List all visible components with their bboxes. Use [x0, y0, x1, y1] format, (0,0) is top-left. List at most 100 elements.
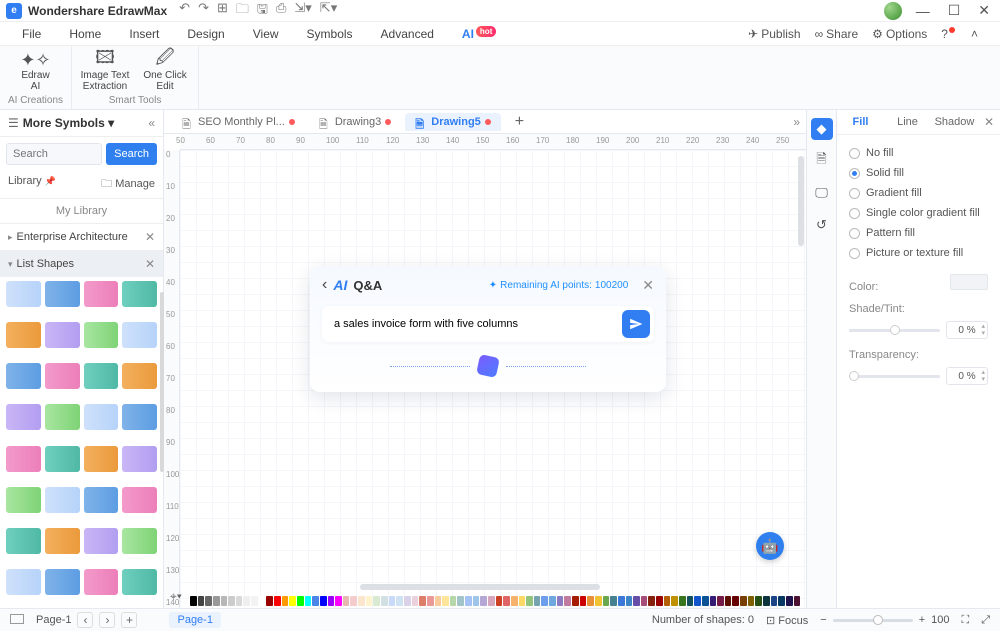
back-icon[interactable]: ‹ [322, 276, 327, 294]
shape-thumbnail[interactable] [84, 363, 119, 389]
help-button[interactable]: ? [941, 27, 957, 41]
zoom-in-button[interactable]: + [919, 614, 925, 626]
library-label[interactable]: Library [8, 175, 56, 194]
color-swatch[interactable] [503, 596, 510, 606]
prop-tab-shadow[interactable]: Shadow [931, 110, 978, 134]
color-swatch[interactable] [251, 596, 258, 606]
color-swatch[interactable] [259, 596, 266, 606]
zoom-out-button[interactable]: − [820, 614, 826, 626]
color-swatch[interactable] [732, 596, 739, 606]
color-swatch[interactable] [740, 596, 747, 606]
color-swatch[interactable] [236, 596, 243, 606]
color-swatch[interactable] [213, 596, 220, 606]
shape-thumbnail[interactable] [6, 569, 41, 595]
color-swatch[interactable] [519, 596, 526, 606]
tab-drawing3[interactable]: 🗎Drawing3 [309, 113, 401, 131]
rail-history-icon[interactable]: ↺ [811, 214, 833, 236]
fullscreen-button[interactable]: ⤢ [981, 614, 990, 627]
menu-insert[interactable]: Insert [129, 27, 159, 41]
shape-thumbnail[interactable] [45, 446, 80, 472]
transparency-value[interactable]: 0 %▴▾ [946, 367, 988, 385]
color-swatch[interactable] [572, 596, 579, 606]
add-tab-button[interactable]: + [505, 110, 534, 134]
color-swatch[interactable] [702, 596, 709, 606]
new-icon[interactable]: ⊞ [217, 0, 228, 22]
shape-thumbnail[interactable] [84, 281, 119, 307]
color-swatch[interactable] [687, 596, 694, 606]
shape-thumbnail[interactable] [122, 363, 157, 389]
color-swatch[interactable] [465, 596, 472, 606]
color-swatch[interactable] [595, 596, 602, 606]
avatar[interactable] [884, 2, 902, 20]
color-swatch[interactable] [366, 596, 373, 606]
color-swatch[interactable] [610, 596, 617, 606]
color-swatch[interactable] [717, 596, 724, 606]
fill-picture-option[interactable]: Picture or texture fill [849, 243, 988, 263]
focus-button[interactable]: ⊡ Focus [766, 614, 808, 627]
export-icon[interactable]: ⇲▾ [294, 0, 311, 22]
my-library-label[interactable]: My Library [0, 199, 163, 223]
symbol-search-input[interactable] [6, 143, 102, 165]
close-window-button[interactable]: ✕ [974, 2, 994, 19]
shape-thumbnail[interactable] [45, 569, 80, 595]
color-swatch[interactable] [534, 596, 541, 606]
color-swatch[interactable] [343, 596, 350, 606]
prop-tab-line[interactable]: Line [884, 110, 931, 134]
shape-thumbnail[interactable] [84, 404, 119, 430]
color-swatch[interactable] [435, 596, 442, 606]
close-category-icon[interactable]: ✕ [145, 257, 155, 271]
color-swatch[interactable] [694, 596, 701, 606]
menu-advanced[interactable]: Advanced [381, 27, 434, 41]
shape-thumbnail[interactable] [45, 363, 80, 389]
send-button[interactable] [622, 310, 650, 338]
color-swatch[interactable] [526, 596, 533, 606]
color-swatch[interactable] [312, 596, 319, 606]
prev-page-button[interactable]: ‹ [77, 612, 93, 628]
color-swatch[interactable] [626, 596, 633, 606]
color-swatch[interactable] [648, 596, 655, 606]
color-swatch[interactable] [549, 596, 556, 606]
menu-home[interactable]: Home [69, 27, 101, 41]
color-swatch[interactable] [396, 596, 403, 606]
shape-thumbnail[interactable] [6, 281, 41, 307]
ai-float-button[interactable]: 🤖 [756, 532, 784, 560]
add-page-button[interactable]: + [121, 612, 137, 628]
shape-thumbnail[interactable] [6, 528, 41, 554]
color-swatch[interactable] [557, 596, 564, 606]
shape-thumbnail[interactable] [45, 404, 80, 430]
category-list-shapes[interactable]: ▾List Shapes✕ [0, 250, 163, 277]
color-swatch[interactable] [633, 596, 640, 606]
active-page-chip[interactable]: Page-1 [169, 612, 220, 628]
color-swatch[interactable] [641, 596, 648, 606]
color-swatch[interactable] [389, 596, 396, 606]
color-swatch[interactable] [320, 596, 327, 606]
minimize-button[interactable]: — [912, 3, 934, 19]
canvas-horizontal-scrollbar[interactable] [360, 584, 600, 590]
redo-icon[interactable]: ↷ [198, 0, 209, 22]
color-swatch[interactable] [381, 596, 388, 606]
shape-thumbnail[interactable] [6, 487, 41, 513]
color-swatch[interactable] [488, 596, 495, 606]
tab-drawing5[interactable]: 🗎Drawing5 [405, 113, 501, 131]
collapse-ribbon-icon[interactable]: ˄ [971, 27, 978, 41]
shape-thumbnail[interactable] [6, 322, 41, 348]
color-swatch[interactable] [580, 596, 587, 606]
shape-thumbnail[interactable] [84, 569, 119, 595]
color-swatch[interactable] [763, 596, 770, 606]
ai-points[interactable]: ✦ Remaining AI points: 100200 [489, 280, 628, 291]
shape-thumbnail[interactable] [122, 528, 157, 554]
shape-thumbnail[interactable] [45, 528, 80, 554]
color-swatch[interactable] [282, 596, 289, 606]
shape-thumbnail[interactable] [122, 487, 157, 513]
page-indicator[interactable]: Page-1 [36, 614, 71, 626]
color-swatch[interactable] [564, 596, 571, 606]
color-swatch[interactable] [404, 596, 411, 606]
color-swatch[interactable] [587, 596, 594, 606]
options-button[interactable]: ⚙ Options [872, 27, 927, 41]
transparency-slider[interactable] [849, 375, 940, 378]
fill-gradient-option[interactable]: Gradient fill [849, 183, 988, 203]
fit-page-button[interactable]: ⛶ [961, 614, 969, 627]
print-icon[interactable]: ⎙ [276, 0, 286, 22]
rail-presentation-icon[interactable]: 🖵 [811, 182, 833, 204]
fill-none-option[interactable]: No fill [849, 143, 988, 163]
